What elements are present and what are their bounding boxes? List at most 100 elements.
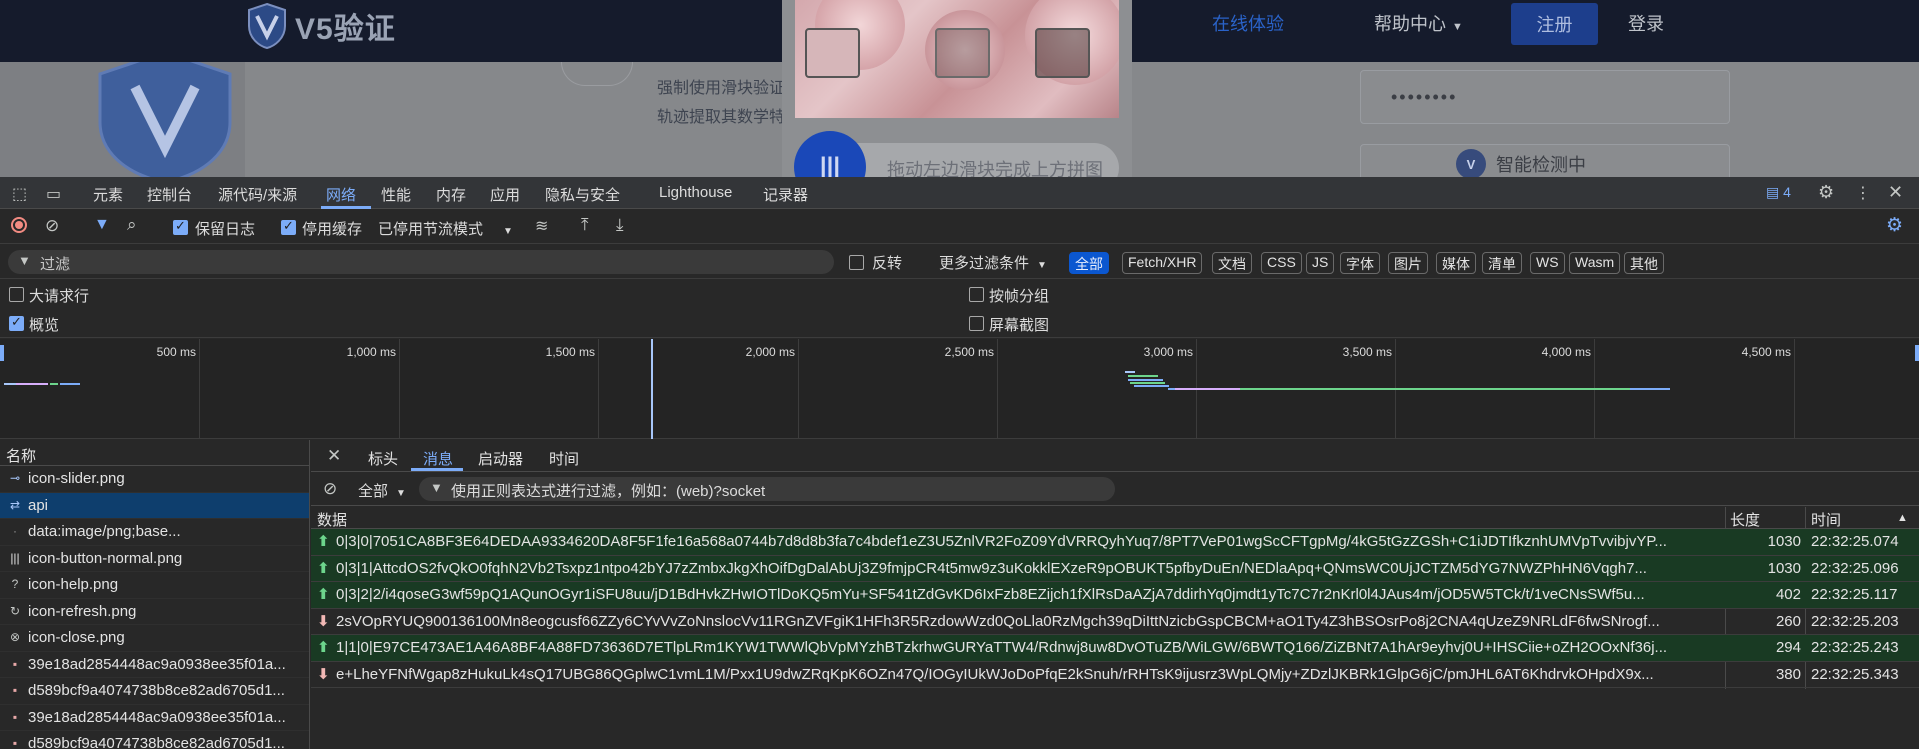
range-handle-right[interactable] xyxy=(1915,345,1919,361)
tab-timing[interactable]: 时间 xyxy=(549,448,579,469)
grid-line xyxy=(798,339,799,439)
filter-type-other[interactable]: 其他 xyxy=(1624,252,1664,274)
puzzle-piece[interactable] xyxy=(805,28,860,78)
arrow-down-received-icon: ⬇ xyxy=(317,612,330,630)
request-row[interactable]: ⊸ icon-slider.png xyxy=(0,466,309,493)
message-row-received[interactable]: ⬇ e+LheYFNfWgap8zHukuLk4sQ17UBG86QGplwC1… xyxy=(311,662,1919,688)
nav-online-demo[interactable]: 在线体验 xyxy=(1212,10,1284,36)
filter-type-fetch-xhr[interactable]: Fetch/XHR xyxy=(1122,252,1203,274)
filter-type-wasm[interactable]: Wasm xyxy=(1569,252,1621,274)
more-filters-dropdown[interactable]: 更多过滤条件 ▼ xyxy=(939,252,1047,273)
tab-sources[interactable]: 源代码/来源 xyxy=(218,184,297,205)
filter-type-css[interactable]: CSS xyxy=(1261,252,1302,274)
tab-initiator[interactable]: 启动器 xyxy=(478,448,523,469)
big-rows-checkbox[interactable] xyxy=(9,287,24,302)
slider-track[interactable]: 拖动左边滑块完成上方拼图 ||| xyxy=(794,131,1119,177)
message-row-sent[interactable]: ⬆ 0|3|1|AttcdOS2fvQkO0fqhN2Vb2Tsxpz1ntpo… xyxy=(311,555,1919,582)
sort-ascending-icon[interactable]: ▲ xyxy=(1897,512,1908,524)
message-filter-input[interactable]: ▼ 使用正则表达式进行过滤，例如：(web)?socket xyxy=(419,477,1115,501)
column-length[interactable]: 长度 xyxy=(1730,509,1760,530)
password-field[interactable]: •••••••• xyxy=(1360,70,1730,124)
logo-text: V5验证 xyxy=(295,13,396,46)
message-type-select[interactable]: 全部 ▼ xyxy=(358,480,406,501)
request-row[interactable]: ▪ 39e18ad2854448ac9a0938ee35f01a... xyxy=(0,705,309,731)
arrow-up-sent-icon: ⬆ xyxy=(317,586,330,603)
message-row-received[interactable]: ⬇ 2sVOpRYUQ900136100Mn8eogcusf66ZZy6CYvV… xyxy=(311,609,1919,635)
tab-console[interactable]: 控制台 xyxy=(147,184,192,205)
tab-privacy-security[interactable]: 隐私与安全 xyxy=(545,184,620,205)
tab-elements[interactable]: 元素 xyxy=(93,184,123,205)
request-row[interactable]: ▪ 39e18ad2854448ac9a0938ee35f01a... xyxy=(0,652,309,678)
filter-funnel-icon[interactable]: ▼ xyxy=(94,216,110,234)
throttling-select[interactable]: 已停用节流模式 ▼ xyxy=(378,218,513,239)
tab-recorder[interactable]: 记录器 xyxy=(763,184,808,205)
filter-type-all[interactable]: 全部 xyxy=(1069,252,1109,274)
invert-checkbox[interactable] xyxy=(849,255,864,270)
settings-gear-icon[interactable]: ⚙ xyxy=(1818,182,1834,203)
clear-icon[interactable]: ⊘ xyxy=(45,216,59,236)
register-button[interactable]: 注册 xyxy=(1511,3,1598,45)
tab-performance[interactable]: 性能 xyxy=(381,184,411,205)
tab-application[interactable]: 应用 xyxy=(490,184,520,205)
filter-type-img[interactable]: 图片 xyxy=(1388,252,1428,274)
request-row[interactable]: ||| icon-button-normal.png xyxy=(0,546,309,572)
filter-type-manifest[interactable]: 清单 xyxy=(1482,252,1522,274)
network-overview-timeline[interactable]: 500 ms 1,000 ms 1,500 ms 2,000 ms 2,500 … xyxy=(0,339,1919,439)
request-name: d589bcf9a4074738b8ce82ad6705d1... xyxy=(28,682,285,699)
network-settings-icon[interactable]: ⚙ xyxy=(1886,214,1903,237)
smart-detect-button[interactable]: V 智能检测中 xyxy=(1360,144,1730,177)
overview-checkbox[interactable] xyxy=(9,314,24,331)
search-icon[interactable]: ⌕ xyxy=(127,215,137,235)
request-row-selected[interactable]: ⇄ api xyxy=(0,492,309,519)
devtools-tab-bar: ⬚ ▭ 元素 控制台 源代码/来源 网络 性能 内存 应用 隐私与安全 Ligh… xyxy=(0,177,1919,209)
tab-headers[interactable]: 标头 xyxy=(368,448,398,469)
message-row-sent[interactable]: ⬆ 0|3|2|2/i4qoseG3wf59pQ1AQunOGyr1iSFU8u… xyxy=(311,582,1919,609)
device-toolbar-icon[interactable]: ▭ xyxy=(46,184,61,204)
puzzle-slot xyxy=(935,28,990,78)
filter-type-doc[interactable]: 文档 xyxy=(1212,252,1252,274)
filter-type-media[interactable]: 媒体 xyxy=(1436,252,1476,274)
network-conditions-icon[interactable]: ≋ xyxy=(535,216,548,236)
preserve-log-checkbox[interactable] xyxy=(173,218,188,235)
filter-input[interactable]: ▼ 过滤 xyxy=(8,250,834,274)
message-data: 1|1|0|E97CE473AE1A46A8BF4A88FD73636D7ETl… xyxy=(336,639,1668,656)
range-handle-left[interactable] xyxy=(0,345,4,361)
message-row-sent[interactable]: ⬆ 0|3|0|7051CA8BF3E64DEDAA9334620DA8F5F1… xyxy=(311,529,1919,556)
filter-type-ws[interactable]: WS xyxy=(1530,252,1565,274)
screenshots-label: 屏幕截图 xyxy=(989,317,1050,334)
grid-line xyxy=(399,339,400,439)
close-devtools-icon[interactable]: ✕ xyxy=(1888,182,1903,203)
export-download-icon[interactable]: ⤓ xyxy=(616,215,624,235)
inspect-element-icon[interactable]: ⬚ xyxy=(12,184,27,204)
request-row[interactable]: · data:image/png;base... xyxy=(0,519,309,546)
tab-lighthouse[interactable]: Lighthouse xyxy=(659,184,732,201)
slider-handle[interactable]: ||| xyxy=(794,131,866,177)
import-upload-icon[interactable]: ⤒ xyxy=(581,215,589,235)
filter-type-font[interactable]: 字体 xyxy=(1340,252,1380,274)
tab-memory[interactable]: 内存 xyxy=(436,184,466,205)
request-list-header[interactable]: 名称 xyxy=(0,440,309,466)
screenshots-checkbox[interactable] xyxy=(969,316,984,331)
more-options-icon[interactable]: ⋮ xyxy=(1855,183,1871,203)
login-link[interactable]: 登录 xyxy=(1628,10,1664,36)
message-row-sent[interactable]: ⬆ 1|1|0|E97CE473AE1A46A8BF4A88FD73636D7E… xyxy=(311,635,1919,662)
column-time[interactable]: 时间 xyxy=(1811,509,1841,530)
request-row[interactable]: ↻ icon-refresh.png xyxy=(0,599,309,625)
issues-badge[interactable]: ▤ 4 xyxy=(1766,184,1791,201)
clear-messages-icon[interactable]: ⊘ xyxy=(323,479,337,499)
disable-cache-checkbox[interactable] xyxy=(281,218,296,235)
nav-help-center[interactable]: 帮助中心 ▼ xyxy=(1374,10,1463,36)
column-data[interactable]: 数据 xyxy=(317,509,347,530)
tab-network[interactable]: 网络 xyxy=(326,184,356,205)
request-row[interactable]: ▪ d589bcf9a4074738b8ce82ad6705d1... xyxy=(0,731,309,749)
tab-messages[interactable]: 消息 xyxy=(423,448,453,469)
group-by-frame-checkbox[interactable] xyxy=(969,287,984,302)
site-logo[interactable]: V5验证 xyxy=(245,2,396,50)
request-row[interactable]: ? icon-help.png xyxy=(0,572,309,599)
request-row[interactable]: ⊗ icon-close.png xyxy=(0,625,309,652)
record-stop-icon[interactable] xyxy=(11,217,27,233)
filter-type-js[interactable]: JS xyxy=(1306,252,1335,274)
close-detail-icon[interactable]: ✕ xyxy=(327,446,341,466)
request-row[interactable]: ▪ d589bcf9a4074738b8ce82ad6705d1... xyxy=(0,678,309,705)
timeline-label: 3,500 ms xyxy=(1342,345,1392,359)
